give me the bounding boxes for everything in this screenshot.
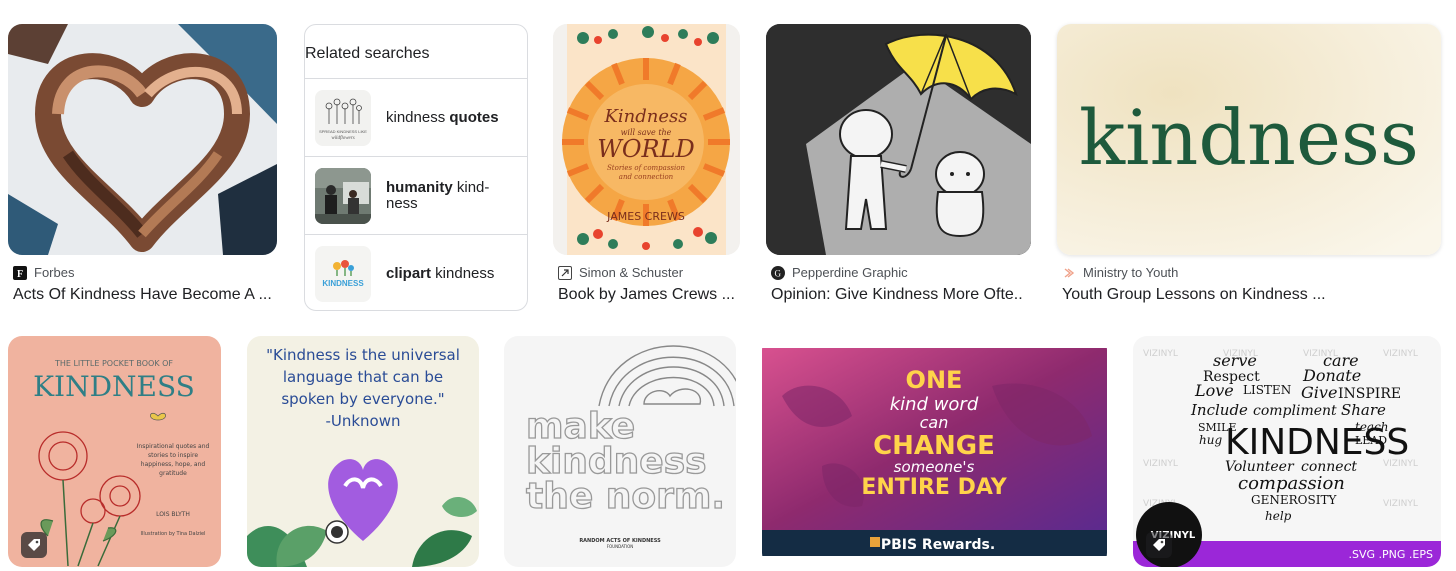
result-title[interactable]: Youth Group Lessons on Kindness ... (1062, 286, 1362, 304)
cloud-w10: compliment (1253, 403, 1337, 419)
quote-line2: language that can be (283, 368, 443, 386)
svg-text:G: G (775, 268, 782, 278)
result-image-hands-heart[interactable] (8, 24, 277, 255)
book-author: JAMES CREWS (606, 210, 685, 223)
ministry-favicon-icon (1062, 266, 1076, 280)
result-title[interactable]: Opinion: Give Kindness More Ofte... (771, 286, 1023, 304)
svg-text:F: F (17, 269, 23, 278)
related-search-plain: kindness (386, 108, 450, 126)
tag-icon[interactable] (1146, 532, 1172, 558)
cloud-w7: Give (1301, 383, 1337, 402)
cloud-w8: INSPIRE (1338, 386, 1401, 402)
svg-text:VIZINYL: VIZINYL (1383, 499, 1418, 509)
cloud-w1: serve (1213, 351, 1257, 370)
cloud-w6: LISTEN (1243, 383, 1291, 397)
book-subtitle-line2: and connection (619, 173, 674, 181)
book-subtitle-line1: Stories of compassion (607, 164, 685, 172)
svg-text:wildflowers: wildflowers (331, 136, 354, 141)
cloud-w16: LEAD (1355, 434, 1387, 447)
pbis-l2: kind word (890, 394, 979, 415)
related-thumb-quotes: SPREAD KINDNESS LIKE wildflowers (315, 89, 371, 146)
pbis-l1: ONE (906, 366, 963, 394)
related-searches-heading: Related searches (305, 45, 430, 62)
related-search-kindness-quotes[interactable]: SPREAD KINDNESS LIKE wildflowers kindnes… (305, 78, 527, 156)
kindness-word-text: kindness (1079, 93, 1419, 182)
pocket-book-illustrator: Illustration by Tina Dalziel (141, 531, 206, 537)
related-search-bold: quotes (449, 108, 499, 126)
pbis-l4: CHANGE (873, 431, 995, 461)
pocket-book-top: THE LITTLE POCKET BOOK OF (54, 359, 173, 368)
result-source: Pepperdine Graphic (792, 265, 908, 280)
result-image-universal-language-quote[interactable]: "Kindness is the universal language that… (247, 336, 479, 567)
pbis-l6: ENTIRE DAY (861, 475, 1007, 500)
cloud-w14: hug (1199, 433, 1222, 447)
pbis-l5: someone's (894, 458, 975, 476)
related-thumb-clipart: KINDNESS (315, 245, 371, 302)
related-search-bold: humanity (386, 178, 453, 196)
cloud-w19: compassion (1238, 473, 1345, 494)
forbes-favicon-icon: F (13, 265, 27, 280)
result-title[interactable]: Book by James Crews ... (558, 286, 748, 304)
related-search-clipart-kindness[interactable]: KINDNESS clipart kindness (305, 234, 527, 310)
quote-line1: "Kindness is the universal (266, 346, 460, 364)
cloud-w21: help (1265, 509, 1292, 523)
pocket-book-author: LOIS BLYTH (156, 511, 190, 518)
pocket-book-sub1: Inspirational quotes and (137, 443, 210, 450)
pocket-book-sub3: happiness, hope, and (141, 461, 206, 468)
pocket-book-sub4: gratitude (159, 470, 187, 477)
result-title[interactable]: Acts Of Kindness Have Become A ... (13, 286, 277, 304)
pbis-footer: PBIS Rewards. (881, 537, 995, 553)
cloud-w5: Love (1194, 381, 1234, 400)
related-search-bold: clipart (386, 264, 432, 282)
result-image-book-cover[interactable]: Kindness will save the WORLD Stories of … (553, 24, 740, 255)
pepperdine-favicon-icon: G (771, 265, 785, 280)
pocket-book-sub2: stories to inspire (148, 452, 198, 459)
svg-text:VIZINYL: VIZINYL (1383, 349, 1418, 359)
norm-org2: FOUNDATION (607, 544, 634, 549)
svg-text:SPREAD KINDNESS LIKE: SPREAD KINDNESS LIKE (319, 129, 367, 134)
book-title-line3: WORLD (597, 135, 695, 163)
tag-icon[interactable] (21, 532, 47, 558)
result-image-kindness-word[interactable]: kindness (1057, 24, 1441, 255)
result-source: Ministry to Youth (1083, 265, 1179, 280)
cloud-w20: GENEROSITY (1251, 493, 1337, 507)
result-image-pbis-kind-word[interactable]: ONE kind word can CHANGE someone's ENTIR… (762, 336, 1107, 567)
related-search-humanity-kindness[interactable]: humanity kind­ness (305, 156, 527, 234)
cloud-w11: Share (1341, 401, 1386, 419)
quote-line3: spoken by everyone." (281, 390, 444, 408)
quote-line4: -Unknown (325, 412, 400, 430)
pocket-book-main: KINDNESS (33, 370, 195, 403)
related-search-plain: kindness (431, 264, 495, 282)
result-image-umbrella-illustration[interactable] (766, 24, 1031, 255)
svg-text:VIZINYL: VIZINYL (1143, 459, 1178, 469)
result-image-vizinyl-word-cloud[interactable]: VIZINYL VIZINYL VIZINYL VIZINYL VIZINYL VIZI… (1133, 336, 1441, 567)
result-source: Simon & Schuster (579, 265, 684, 280)
book-title-line1: Kindness (603, 106, 687, 127)
cloud-w9: Include (1190, 401, 1248, 419)
pbis-l3: can (920, 413, 949, 432)
norm-line3: the norm. (526, 476, 725, 517)
vizinyl-formats: .SVG .PNG .EPS (1349, 548, 1433, 561)
svg-text:VIZINYL: VIZINYL (1143, 349, 1178, 359)
related-searches-panel: Related searches SPREAD KINDNESS LIKE wi… (304, 24, 528, 311)
simon-schuster-favicon-icon (558, 265, 572, 280)
result-source: Forbes (34, 265, 75, 280)
related-thumb-humanity (315, 167, 371, 224)
result-image-make-kindness-the-norm[interactable]: make kindness the norm. RANDOM ACTS OF K… (504, 336, 736, 567)
svg-text:KINDNESS: KINDNESS (322, 279, 364, 288)
